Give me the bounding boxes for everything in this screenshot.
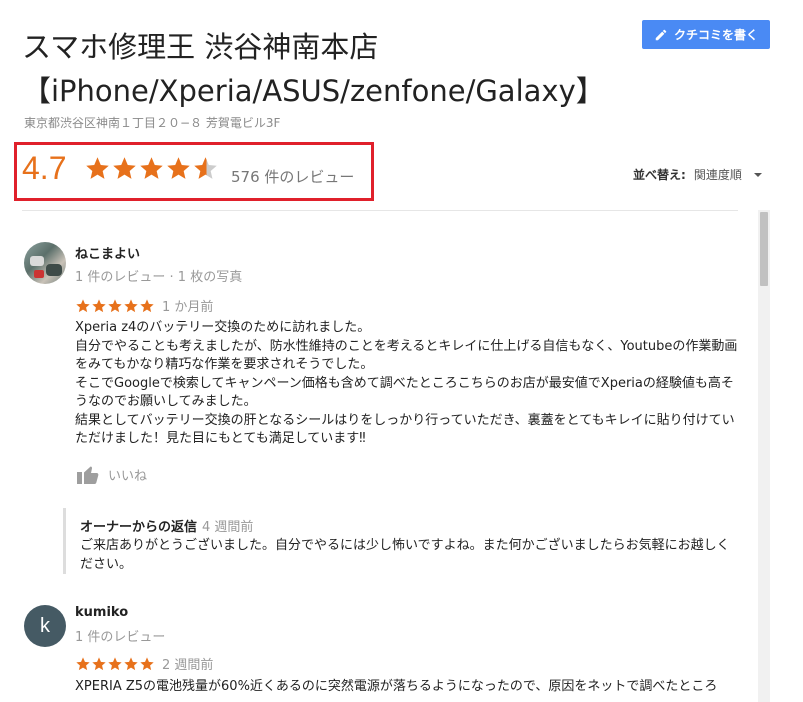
place-address: 東京都渋谷区神南１丁目２０−８ 芳賀電ビル3F [24,116,281,130]
star-icon [124,656,138,670]
review-text: XPERIA Z5の電池残量が60%近くあるのに突然電源が落ちるようになったので… [75,679,718,694]
star-icon [92,298,106,312]
review-count[interactable]: 576 件のレビュー [231,166,354,187]
avatar[interactable] [24,242,66,284]
star-icon [124,298,138,312]
review-stars: 2 週間前 [75,654,213,673]
scrollbar-thumb[interactable] [760,212,768,286]
star-icon [108,298,122,312]
chevron-down-icon [753,172,762,177]
reviewer-name[interactable]: kumiko [75,605,128,620]
write-review-label: クチコミを書く [673,28,758,42]
place-title: スマホ修理王 渋谷神南本店 [22,30,379,64]
star-icon [76,656,90,670]
star-icon [194,157,217,179]
star-icon [86,157,109,179]
thumbs-up-icon [77,466,99,484]
owner-reply-time: 4 週間前 [202,520,254,535]
star-icon [108,656,122,670]
star-icon [167,157,190,179]
place-subtitle: 【iPhone/Xperia/ASUS/zenfone/Galaxy】 [22,74,605,108]
rating-stars [84,155,219,182]
avatar[interactable]: k [24,605,66,647]
owner-reply: オーナーからの返信 4 週間前 ご来店ありがとうございました。自分でやるには少し怖… [63,508,743,574]
review-time: 2 週間前 [162,658,214,673]
star-icon [76,298,90,312]
reviewer-meta[interactable]: 1 件のレビュー [75,626,165,645]
star-icon [140,157,163,179]
like-label: いいね [108,468,148,484]
sort-value: 関連度順 [693,168,742,182]
pencil-icon [655,29,667,40]
star-icon [140,298,154,312]
owner-reply-text: ご来店ありがとうございました。自分でやるには少し怖いですよね。また何かございまし… [80,538,730,572]
review-star-row [75,656,155,672]
star-icon [92,656,106,670]
write-review-button[interactable]: クチコミを書く [642,20,770,49]
review-time: 1 か月前 [162,300,214,315]
review-stars: 1 か月前 [75,296,213,315]
like-button[interactable]: いいね [76,463,147,485]
review-star-row [75,298,155,314]
rating-value: 4.7 [22,150,67,186]
sort-label: 並べ替え: [633,168,686,182]
star-icon [113,157,136,179]
reviewer-name[interactable]: ねこまよい [75,243,140,262]
divider [22,210,738,211]
star-icon [140,656,154,670]
owner-reply-title: オーナーからの返信 [80,520,198,535]
sort-dropdown[interactable]: 並べ替え: 関連度順 [633,166,762,183]
review-text: Xperia z4のバッテリー交換のために訪れました。 自分でやることも考えました… [75,320,738,446]
reviewer-meta[interactable]: 1 件のレビュー · 1 枚の写真 [75,266,242,285]
